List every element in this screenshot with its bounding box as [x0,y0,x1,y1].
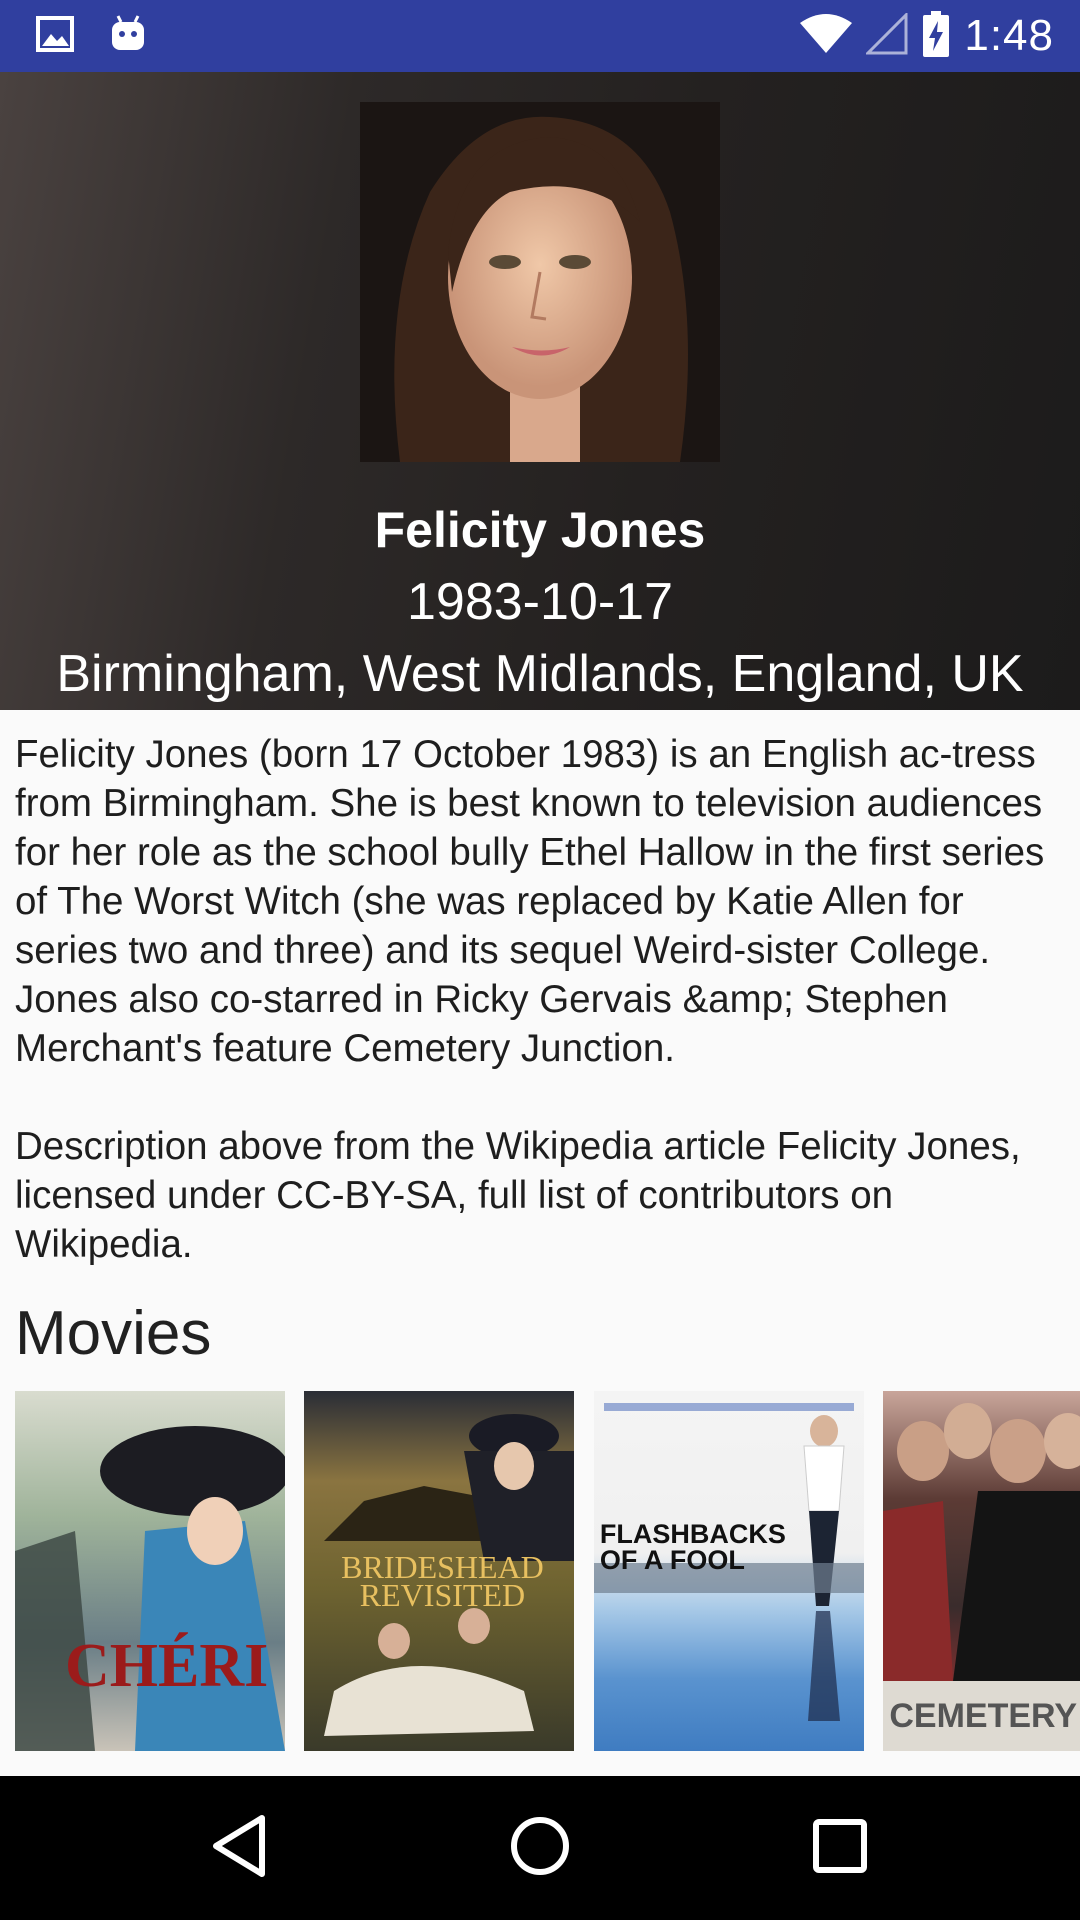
person-header: Felicity Jones 1983-10-17 Birmingham, We… [0,72,1080,710]
recents-icon [812,1818,868,1879]
person-birthday: 1983-10-17 [407,573,673,631]
person-birthplace: Birmingham, West Midlands, England, UK [56,645,1024,703]
movie-title: CEMETERY JUNCT [889,1697,1080,1735]
battery-charging-icon [922,10,950,62]
movies-heading: Movies [15,1299,212,1368]
movie-title: FLASHBACKS OF A FOOL [599,1519,786,1575]
wifi-icon [800,13,853,60]
bio-attribution: Description above from the Wikipedia art… [15,1125,1021,1266]
movie-poster[interactable]: CHÉRI [15,1391,285,1751]
android-icon [110,14,146,59]
movie-poster[interactable]: FLASHBACKS OF A FOOL [593,1391,864,1751]
clock: 1:48 [964,11,1054,60]
recents-button[interactable] [760,1776,920,1920]
biography: Felicity Jones (born 17 October 1983) is… [15,730,1065,1269]
profile-photo [360,102,720,462]
movies-carousel[interactable]: CHÉRI BRIDESHEAD REVISITED FLASHBACKS OF… [15,1391,1080,1751]
person-name: Felicity Jones [374,502,706,558]
movie-poster[interactable]: CEMETERY JUNCT [883,1391,1080,1751]
back-button[interactable] [160,1776,320,1920]
bio-paragraph: Felicity Jones (born 17 October 1983) is… [15,733,1045,1070]
status-bar: 1:48 [0,0,1080,72]
back-icon [210,1813,270,1884]
image-icon [36,16,74,57]
home-button[interactable] [460,1776,620,1920]
movie-poster[interactable]: BRIDESHEAD REVISITED [304,1391,575,1751]
navigation-bar [0,1776,1080,1920]
movie-title: CHÉRI [65,1632,269,1700]
signal-icon [864,10,908,60]
home-icon [509,1815,571,1882]
movie-title: BRIDESHEAD REVISITED [341,1549,544,1613]
